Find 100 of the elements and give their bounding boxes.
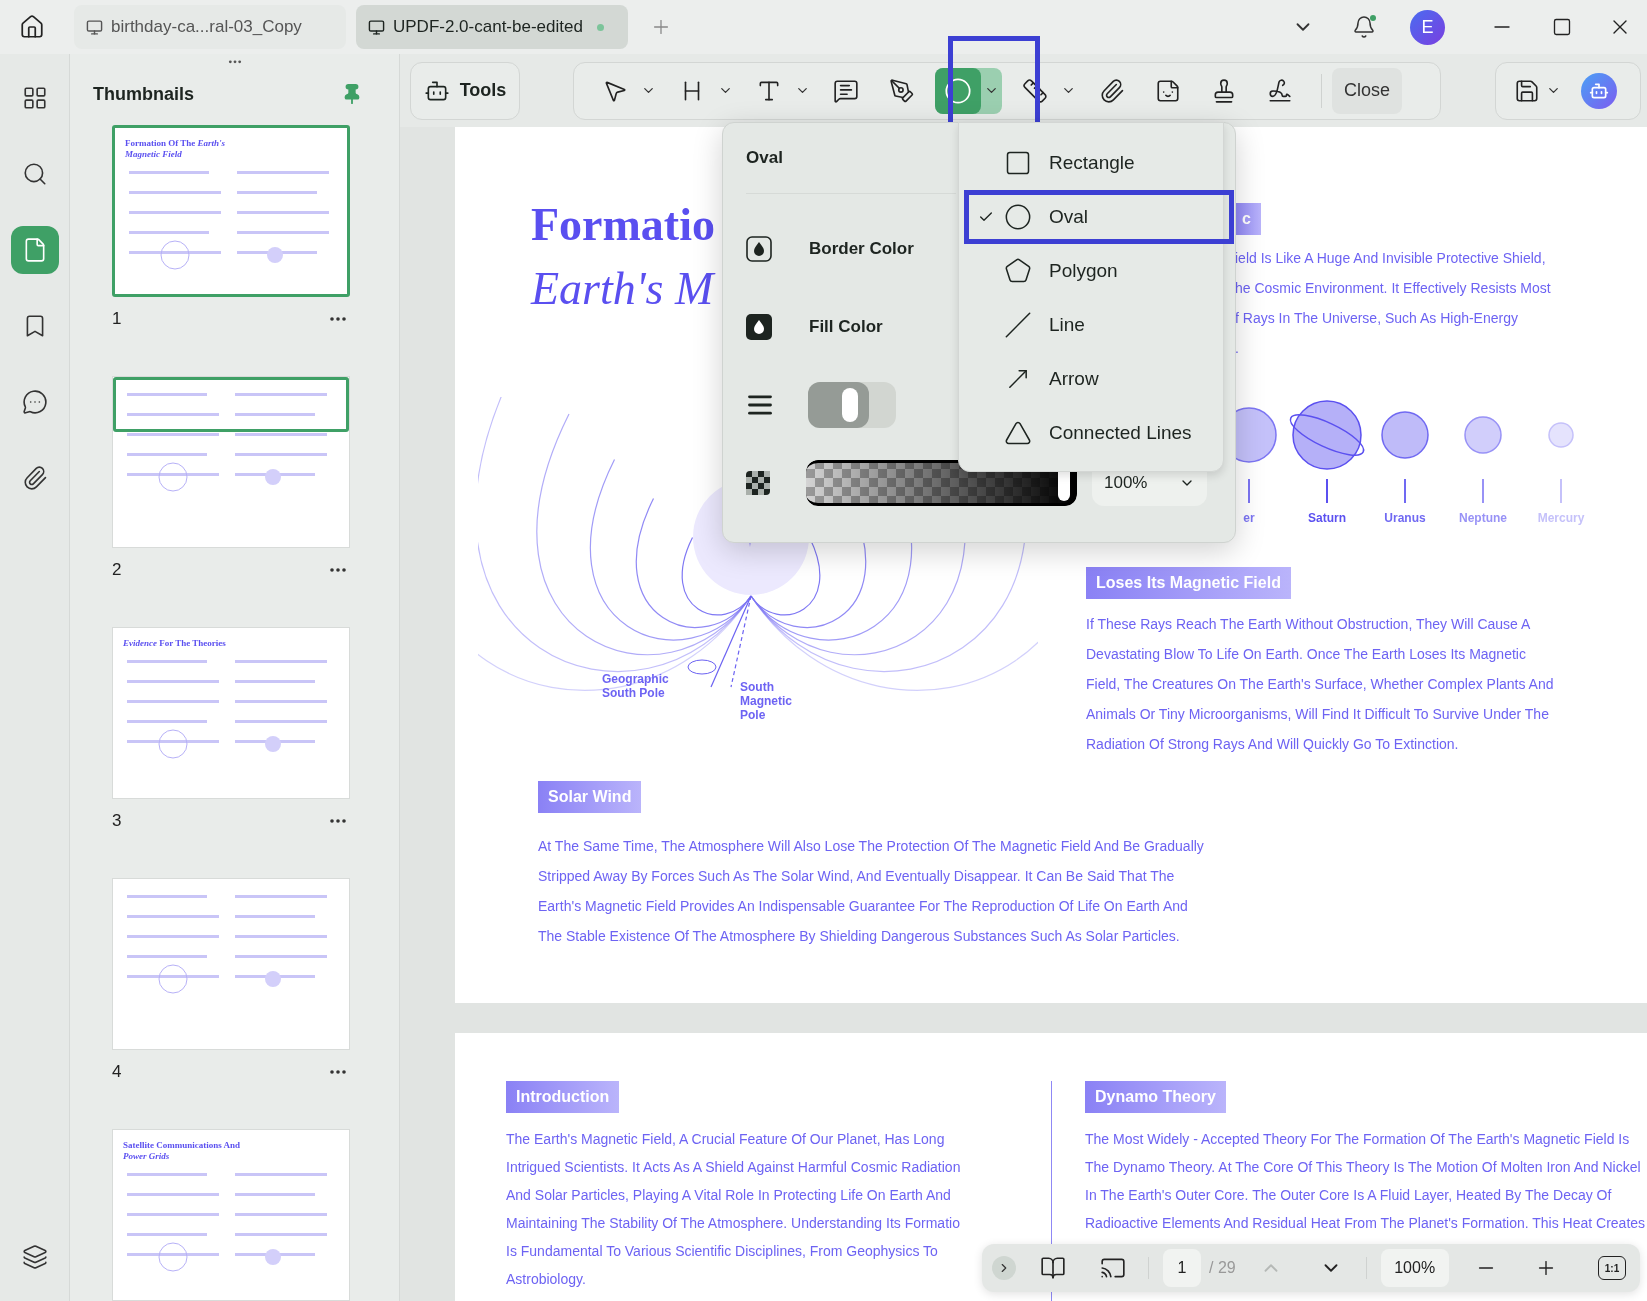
paragraph-line: ield Is Like A Huge And Invisible Protective Shield, bbox=[1235, 249, 1546, 268]
paragraph-line: And Solar Particles, Playing A Vital Role In Protecting Life On Earth And bbox=[506, 1186, 951, 1205]
more-icon[interactable] bbox=[330, 317, 346, 321]
comment-icon bbox=[833, 77, 859, 104]
droplet-filled-icon[interactable] bbox=[746, 314, 772, 340]
ai-assistant-icon[interactable] bbox=[1581, 72, 1617, 109]
close-button[interactable]: Close bbox=[1332, 67, 1403, 114]
fill-color-label: Fill Color bbox=[809, 316, 883, 339]
pen-icon bbox=[889, 77, 915, 104]
thumbnail-title: Formation Of The Earth's Magnetic Field bbox=[125, 138, 227, 160]
paragraph-line: The Stable Existence Of The Atmosphere By Shielding Dangerous Substances Such As Solar Particles. bbox=[538, 927, 1180, 946]
thumbnail-title: Evidence For The Theories bbox=[123, 638, 227, 649]
sticker-icon bbox=[1155, 77, 1181, 104]
page-thumbnail[interactable]: Formation Of The Earth's Magnetic Field bbox=[112, 125, 350, 297]
document-tab[interactable]: UPDF-2.0-cant-be-edited bbox=[356, 5, 628, 49]
thumbnail-title: Satellite Communications And Power Grids bbox=[123, 1140, 241, 1162]
tool-button[interactable] bbox=[935, 67, 1002, 114]
circle-icon bbox=[944, 76, 972, 105]
paragraph-line: Animals Or Tiny Microorganisms, Will Find It Difficult To Survive Under The bbox=[1086, 705, 1549, 724]
thickness-slider[interactable] bbox=[808, 382, 896, 428]
tab-label: UPDF-2.0-cant-be-edited bbox=[393, 16, 583, 39]
paragraph-line: Radioactive Elements And Residual Heat From The Planet's Formation. This Heat Creates bbox=[1085, 1214, 1646, 1233]
paperclip-icon bbox=[21, 465, 48, 491]
paragraph-line: Earth's Magnetic Field Provides An Indispensable Guarantee For The Reproduction Of Life On Earth And bbox=[538, 897, 1188, 916]
drag-handle-icon[interactable] bbox=[227, 60, 242, 64]
planet-drawing bbox=[1464, 416, 1502, 454]
planet-label: Mercury bbox=[1537, 510, 1585, 527]
page-number: 1 bbox=[112, 308, 122, 331]
paragraph-line: Maintaining The Stability Of The Atmosphere. Understanding Its Formatio bbox=[506, 1214, 960, 1233]
user-avatar[interactable]: E bbox=[1410, 9, 1445, 45]
page-thumbnail[interactable] bbox=[112, 878, 350, 1050]
circle-icon bbox=[1004, 203, 1032, 231]
document-title: Formatio bbox=[531, 198, 715, 252]
tab-label: birthday-ca...ral-03_Copy bbox=[111, 16, 302, 39]
paragraph-line: At The Same Time, The Atmosphere Will Also Lose The Protection Of The Magnetic Field And Be Gradually bbox=[538, 837, 1204, 856]
planet-label: Uranus bbox=[1384, 510, 1426, 527]
section-badge: Solar Wind bbox=[538, 781, 642, 813]
document-title: Earth's M bbox=[531, 262, 714, 316]
checkerboard-icon bbox=[746, 471, 770, 495]
home-icon[interactable] bbox=[19, 14, 45, 40]
page-number: 2 bbox=[112, 559, 122, 582]
ruler-icon bbox=[1022, 77, 1048, 104]
document-tab[interactable]: birthday-ca...ral-03_Copy bbox=[74, 5, 346, 49]
page-number-field[interactable]: 1 bbox=[1163, 1249, 1201, 1287]
border-color-label: Border Color bbox=[809, 238, 914, 261]
layers-icon bbox=[21, 1244, 48, 1270]
panel-title: Oval bbox=[746, 147, 783, 169]
shape-menu-item[interactable]: Rectangle bbox=[959, 136, 1223, 190]
more-icon[interactable] bbox=[330, 568, 346, 572]
paragraph-line: he Cosmic Environment. It Effectively Resists Most bbox=[1235, 279, 1551, 298]
save-icon[interactable] bbox=[1514, 77, 1540, 104]
paragraph-line: Intrigued Scientists. It Acts As A Shield Against Harmful Cosmic Radiation bbox=[506, 1158, 961, 1177]
paragraph-line: . bbox=[1235, 339, 1239, 358]
diagram-label: Geographic South Pole bbox=[602, 672, 670, 700]
paragraph-line: In The Earth's Outer Core. The Outer Core Is A Fluid Layer, Heated By The Decay Of bbox=[1085, 1186, 1612, 1205]
planet-drawing bbox=[1548, 422, 1574, 448]
planet-drawing bbox=[1381, 411, 1429, 459]
paragraph-line: Devastating Blow To Life On Earth. Once The Earth Loses Its Magnetic bbox=[1086, 645, 1526, 664]
page-count: / 29 bbox=[1209, 1258, 1236, 1278]
paragraph-line: The Earth's Magnetic Field, A Crucial Feature Of Our Planet, Has Long bbox=[506, 1130, 945, 1149]
shape-menu-item[interactable]: Arrow bbox=[959, 352, 1223, 406]
more-icon[interactable] bbox=[330, 819, 346, 823]
apps-grid-icon bbox=[21, 85, 48, 111]
more-icon[interactable] bbox=[330, 1070, 346, 1074]
section-badge: Loses Its Magnetic Field bbox=[1086, 567, 1291, 599]
line-icon bbox=[1004, 311, 1032, 339]
paragraph-line: The Dynamo Theory. At The Core Of This Theory Is The Motion Of Molten Iron And Nickel bbox=[1085, 1158, 1641, 1177]
panel-title: Thumbnails bbox=[93, 82, 194, 106]
maximize-icon[interactable] bbox=[1552, 17, 1572, 37]
pentagon-icon bbox=[1004, 257, 1032, 285]
notification-icon[interactable] bbox=[1352, 15, 1376, 39]
diagram-label: South Magnetic Pole bbox=[740, 680, 793, 722]
paragraph-line: Field, The Creatures On The Earth's Surface, Whether Complex Plants And bbox=[1086, 675, 1554, 694]
actual-size-button[interactable]: 1:1 bbox=[1598, 1256, 1626, 1280]
paragraph-line: The Most Widely - Accepted Theory For The Formation Of The Earth's Magnetic Field Is bbox=[1085, 1130, 1630, 1149]
paragraph-line: Stripped Away By Forces Such As The Solar Wind, And Eventually Disappear. It Can Be Said That The bbox=[538, 867, 1175, 886]
two-page-view-icon[interactable] bbox=[1040, 1255, 1066, 1281]
planet-label: Neptune bbox=[1459, 510, 1507, 527]
paragraph-line: Radiation Of Strong Rays And Will Quickly Go To Extinction. bbox=[1086, 735, 1459, 754]
expand-button[interactable] bbox=[992, 1256, 1016, 1280]
section-badge: Introduction bbox=[506, 1081, 620, 1113]
section-badge: Dynamo Theory bbox=[1085, 1081, 1226, 1113]
paperclip-icon bbox=[1099, 77, 1125, 104]
monitor-icon bbox=[368, 18, 385, 36]
page-thumbnail[interactable]: Evidence For The Theories bbox=[112, 627, 350, 799]
page-thumbnail[interactable] bbox=[112, 376, 350, 548]
comment-icon bbox=[21, 389, 48, 415]
page-thumbnail[interactable]: Satellite Communications And Power Grids bbox=[112, 1129, 350, 1301]
tools-button[interactable]: Tools bbox=[410, 61, 520, 120]
droplet-outline-icon[interactable] bbox=[746, 236, 772, 262]
page-number: 4 bbox=[112, 1061, 122, 1084]
square-icon bbox=[1004, 149, 1032, 177]
triangle-icon bbox=[1004, 419, 1032, 447]
planet-label: er bbox=[1243, 510, 1255, 527]
shape-menu-item[interactable]: Polygon bbox=[959, 244, 1223, 298]
shape-menu-item[interactable]: Line bbox=[959, 298, 1223, 352]
shape-menu-item[interactable]: Oval bbox=[964, 190, 1234, 244]
zoom-field[interactable]: 100% bbox=[1380, 1249, 1449, 1287]
shape-menu-item[interactable]: Connected Lines bbox=[959, 406, 1223, 460]
paragraph-line: Is Fundamental To Various Scientific Disciplines, From Geophysics To bbox=[506, 1242, 938, 1261]
